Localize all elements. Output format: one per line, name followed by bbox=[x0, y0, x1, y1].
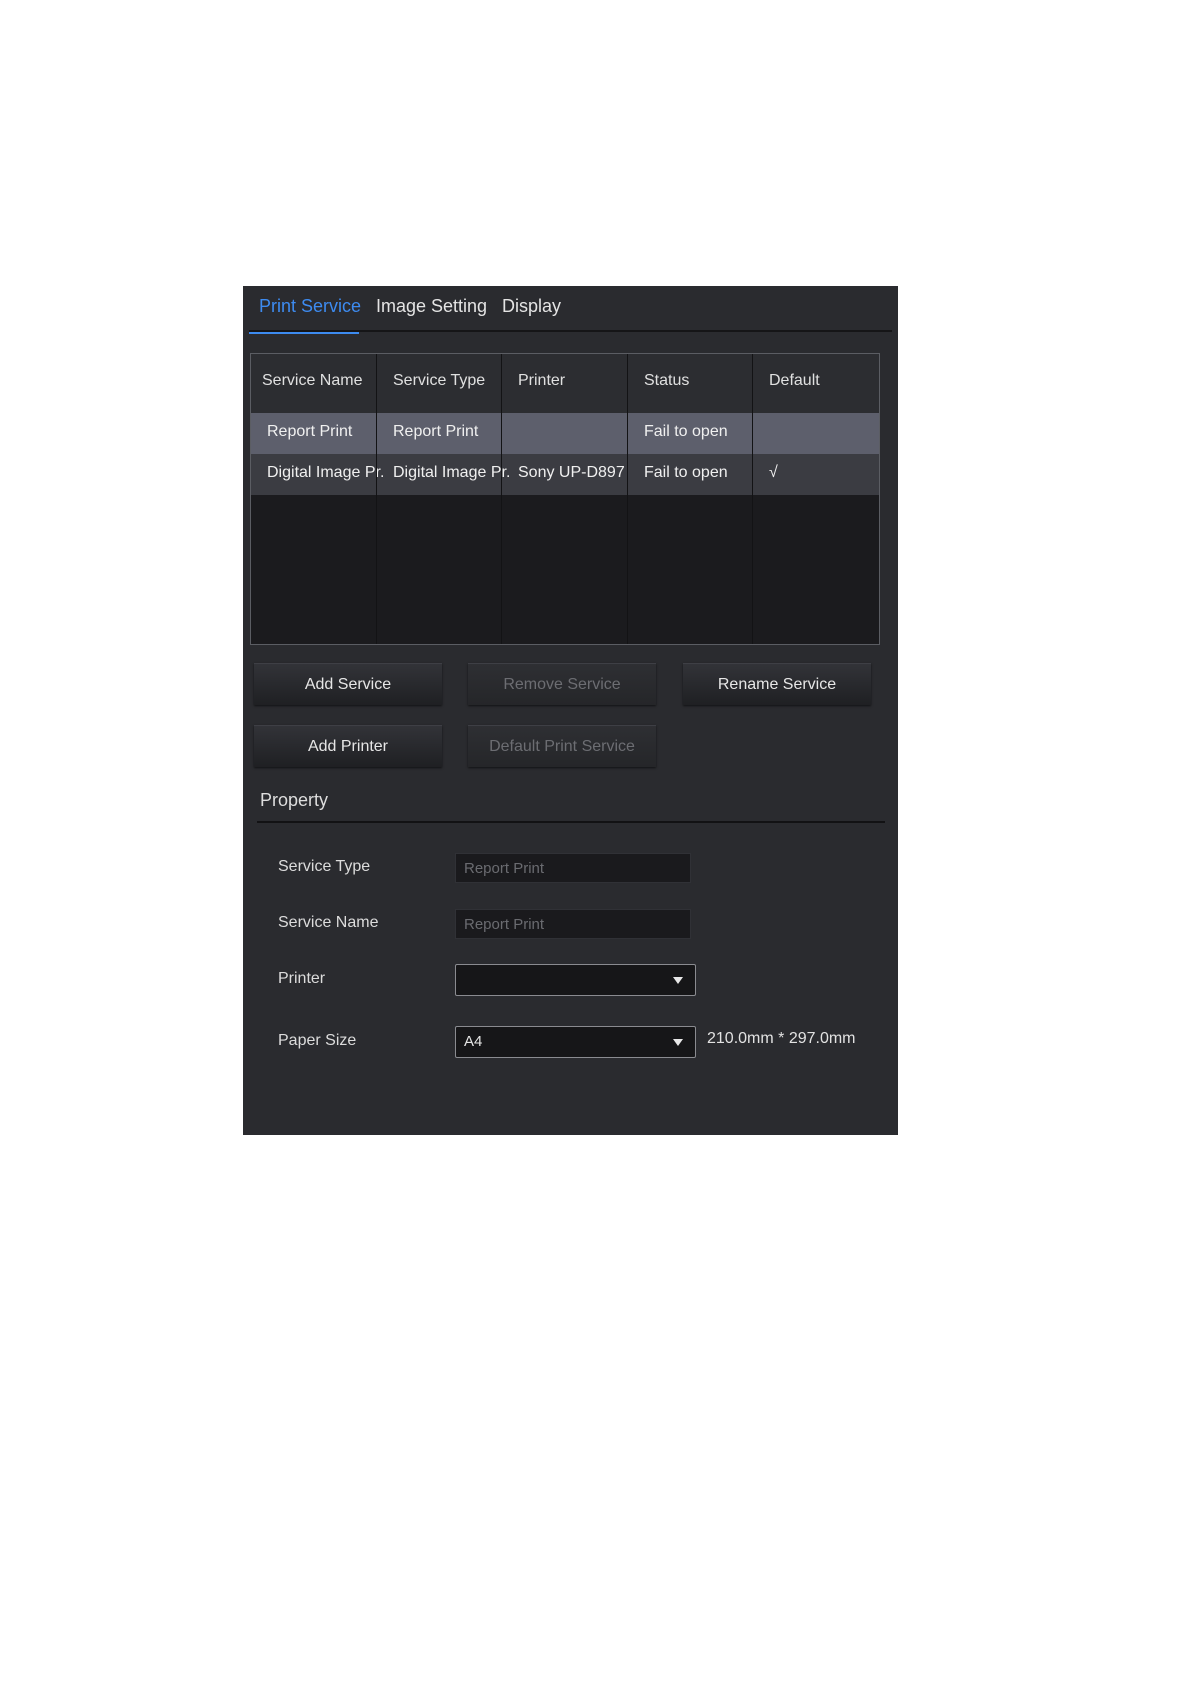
service-type-label: Service Type bbox=[278, 858, 371, 875]
tab-print-service-label: Print Service bbox=[259, 296, 362, 316]
print-service-table[interactable]: Report Print Report Print Fail to open D… bbox=[250, 353, 880, 645]
print-settings-panel: Print Service Image Setting Display Repo… bbox=[243, 286, 898, 1135]
header-service-name[interactable]: Service Name bbox=[262, 372, 362, 390]
column-divider bbox=[501, 354, 628, 644]
service-name-label: Service Name bbox=[278, 914, 379, 931]
printer-label: Printer bbox=[278, 970, 326, 987]
dropdown-caret-icon bbox=[673, 977, 683, 984]
paper-size-select[interactable]: A4 bbox=[455, 1026, 696, 1058]
tab-image-setting[interactable]: Image Setting bbox=[376, 296, 487, 320]
dropdown-caret-icon bbox=[673, 1039, 683, 1046]
paper-size-select-value: A4 bbox=[464, 1033, 483, 1050]
column-divider bbox=[627, 354, 753, 644]
default-print-service-button[interactable]: Default Print Service bbox=[468, 725, 656, 767]
add-service-button[interactable]: Add Service bbox=[254, 663, 442, 705]
tab-display[interactable]: Display bbox=[502, 296, 561, 320]
property-divider bbox=[257, 821, 885, 823]
tab-image-setting-label: Image Setting bbox=[376, 296, 488, 316]
paper-dimensions-text: 210.0mm * 297.0mm bbox=[707, 1030, 856, 1047]
add-printer-button[interactable]: Add Printer bbox=[254, 725, 442, 767]
header-printer[interactable]: Printer bbox=[518, 372, 565, 390]
active-tab-indicator bbox=[249, 332, 359, 334]
paper-size-label: Paper Size bbox=[278, 1032, 357, 1049]
tab-print-service[interactable]: Print Service bbox=[249, 296, 362, 334]
column-divider bbox=[376, 354, 502, 644]
header-default[interactable]: Default bbox=[769, 372, 820, 390]
tab-bar: Print Service Image Setting Display bbox=[249, 286, 892, 334]
column-divider bbox=[251, 354, 377, 644]
rename-service-button[interactable]: Rename Service bbox=[683, 663, 871, 705]
tab-display-label: Display bbox=[502, 296, 562, 316]
remove-service-button[interactable]: Remove Service bbox=[468, 663, 656, 705]
header-status[interactable]: Status bbox=[644, 372, 689, 390]
cell-default: √ bbox=[769, 464, 778, 481]
service-type-field: Report Print bbox=[455, 853, 691, 883]
service-name-field: Report Print bbox=[455, 909, 691, 939]
header-service-type[interactable]: Service Type bbox=[393, 372, 485, 390]
printer-select[interactable] bbox=[455, 964, 696, 996]
property-section-title: Property bbox=[260, 790, 329, 810]
